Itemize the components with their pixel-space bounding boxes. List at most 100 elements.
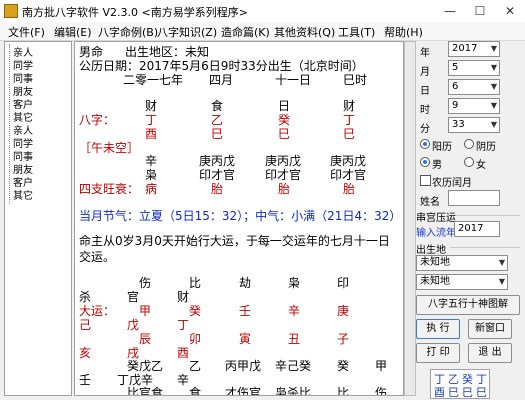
dayun-zhi: 卯 <box>189 332 202 346</box>
dayun-gan: 癸 <box>189 304 202 318</box>
lunar-radio[interactable] <box>464 139 474 149</box>
dayun-shishen: 劫 <box>239 276 252 290</box>
vertical-scrollbar[interactable] <box>404 41 416 396</box>
chevron-down-icon: ▼ <box>490 120 497 129</box>
close-icon[interactable]: ✕ <box>495 0 525 22</box>
minimize-icon[interactable]: — <box>435 0 465 22</box>
month-label: 月 <box>420 67 430 78</box>
city-select[interactable]: 未知地 ▼ <box>416 274 508 290</box>
window-title: 南方批八字软件 V2.3.0 <南方易学系列程序> <box>22 6 248 19</box>
mini-zhi: 巳 <box>476 386 487 399</box>
execute-button[interactable]: 执 行 <box>416 319 460 339</box>
month-select[interactable]: 5 ▼ <box>448 60 500 76</box>
year-cn: 二零一七年 <box>123 73 184 87</box>
liunian-input[interactable]: 2017 <box>454 221 500 237</box>
day-label: 日 <box>420 86 430 97</box>
menu-file[interactable]: 文件(F) <box>8 24 45 40</box>
dayun-gan: 庚 <box>337 304 350 318</box>
menu-other-info[interactable]: 其他资料(Q) <box>274 24 335 40</box>
dayun-cang: 丙甲戊 <box>225 359 262 373</box>
birthplace-label: 出生地 <box>416 245 446 256</box>
gong-label: 串宫压运 <box>416 213 456 224</box>
wuxing-diagram-button[interactable]: 八字五行十神图解 <box>416 295 520 315</box>
menu-bar: 文件(F) 编辑(E) 八字命例(B) 八字知识(Z) 造命篇(K) 其他资料(… <box>0 22 525 41</box>
group-divider <box>456 215 520 217</box>
di-zhi: 酉 <box>145 127 158 141</box>
menu-bazi-knowledge[interactable]: 八字知识(Z) <box>157 24 217 40</box>
print-button[interactable]: 打 印 <box>416 343 460 363</box>
day-cn: 十一日 <box>275 73 312 87</box>
name-label: 姓名 <box>420 197 440 208</box>
di-zhi: 巳 <box>211 127 224 141</box>
dayun-cang: 癸 <box>337 359 350 373</box>
month-cn: 四月 <box>209 73 234 87</box>
dayun-bottom: 食 <box>189 386 202 396</box>
tree-connector <box>9 44 11 204</box>
title-bar: 南方批八字软件 V2.3.0 <南方易学系列程序> — ☐ ✕ <box>0 0 525 23</box>
dayun-text: 官 <box>127 290 140 304</box>
menu-tools[interactable]: 工具(T) <box>338 24 375 40</box>
chevron-down-icon: ▼ <box>490 101 497 110</box>
chevron-down-icon: ▼ <box>490 82 497 91</box>
dayun-shishen: 比 <box>189 276 202 290</box>
dayun-shishen: 枭 <box>288 276 301 290</box>
bazi-mini-display: 丁 乙 癸 丁 酉 巳 巳 巳 <box>430 369 490 399</box>
input-panel: 年 2017 ▼ 月 5 ▼ 日 6 ▼ 时 9 ▼ 分 33 ▼ 阳历 阴历 男 女 农… <box>416 41 525 400</box>
leap-month-label: 农历闰月 <box>432 178 472 189</box>
menu-help[interactable]: 帮助(H) <box>384 24 423 40</box>
menu-zaoming[interactable]: 造命篇(K) <box>221 24 270 40</box>
lunar-label: 阴历 <box>476 142 496 153</box>
maximize-icon[interactable]: ☐ <box>465 0 495 22</box>
male-radio[interactable] <box>420 157 430 167</box>
dayun-gan: 甲 <box>139 304 152 318</box>
dayun-text: 辛 <box>177 373 190 387</box>
year-select[interactable]: 2017 ▼ <box>448 41 500 57</box>
tree-item[interactable]: 其它 <box>13 187 33 202</box>
mini-zhi: 酉 <box>434 386 445 399</box>
changsheng: 病 <box>145 182 158 196</box>
category-tree[interactable]: 亲人 同学 同事 朋友 客户 其它 亲人 同学 同事 朋友 客户 其它 <box>4 41 72 396</box>
di-zhi: 巳 <box>343 127 356 141</box>
dayun-text: 戊 <box>127 318 140 332</box>
dayun-text: 财 <box>177 290 190 304</box>
mini-zhi: 巳 <box>448 386 459 399</box>
dayun-shishen: 印 <box>337 276 350 290</box>
menu-bazi-cases[interactable]: 八字命例(B) <box>98 24 158 40</box>
dayun-gan: 壬 <box>239 304 252 318</box>
di-zhi: 巳 <box>278 127 291 141</box>
dayun-bottom: 才伤官 <box>225 386 262 396</box>
dayun-text: 丁 <box>177 318 190 332</box>
dayun-text: 酉 <box>177 346 190 360</box>
exit-button[interactable]: 退 出 <box>468 343 512 363</box>
kongwang-text: ［午未空］ <box>79 141 140 155</box>
year-label: 年 <box>420 48 430 59</box>
changsheng: 胎 <box>278 182 291 196</box>
minute-label: 分 <box>420 124 430 135</box>
app-icon <box>4 4 18 18</box>
dayun-cang: 甲 <box>375 359 388 373</box>
group-divider <box>450 247 520 249</box>
changsheng: 胎 <box>211 182 224 196</box>
day-select[interactable]: 6 ▼ <box>448 79 500 95</box>
province-select[interactable]: 未知地 ▼ <box>416 255 508 271</box>
hour-label: 时 <box>420 105 430 116</box>
dayun-bottom: 伤 <box>375 386 388 396</box>
chevron-down-icon: ▼ <box>498 277 505 286</box>
name-input[interactable] <box>448 190 500 206</box>
female-radio[interactable] <box>464 157 474 167</box>
menu-edit[interactable]: 编辑(E) <box>54 24 92 40</box>
dayun-gan: 辛 <box>288 304 301 318</box>
chevron-down-icon: ▼ <box>490 44 497 53</box>
dayun-bottom: 比官食 <box>127 386 164 396</box>
dayun-bottom: 枭杀比 <box>275 386 312 396</box>
dayun-zhi: 寅 <box>239 332 252 346</box>
leap-month-checkbox[interactable] <box>420 175 431 186</box>
changsheng: 胎 <box>343 182 356 196</box>
hour-select[interactable]: 9 ▼ <box>448 98 500 114</box>
new-window-button[interactable]: 新窗口 <box>468 319 512 339</box>
solar-radio[interactable] <box>420 139 430 149</box>
male-label: 男 <box>432 160 442 171</box>
chevron-down-icon: ▼ <box>498 258 505 267</box>
minute-select[interactable]: 33 ▼ <box>448 117 500 133</box>
bazi-chart-area[interactable]: 男命 出生地区：未知 公历日期：2017年5月6日9时33分出生（北京时间） 二… <box>74 41 404 396</box>
